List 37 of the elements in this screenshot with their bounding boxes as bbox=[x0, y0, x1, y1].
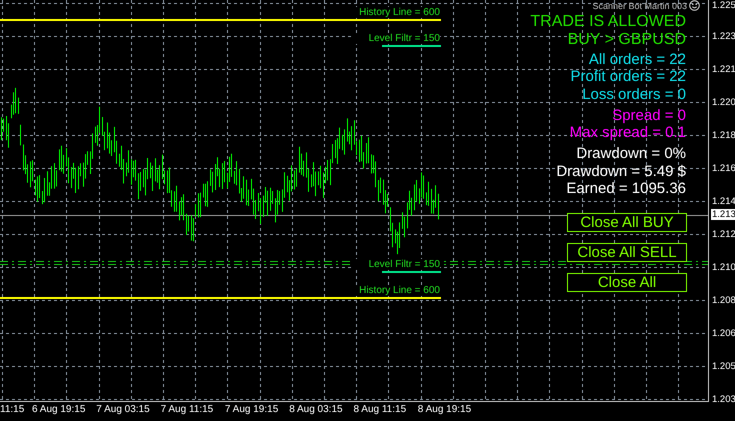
price-label: 1.203 bbox=[712, 394, 735, 404]
info-text: All orders = 22 bbox=[588, 51, 686, 68]
time-label: 8 Aug 03:15 bbox=[289, 404, 343, 415]
price-label: 1.206 bbox=[712, 328, 735, 338]
price-label: 1.208 bbox=[712, 294, 735, 306]
current-price-label: 1.213 bbox=[711, 209, 735, 220]
time-label: 8 Aug 11:15 bbox=[354, 404, 406, 415]
price-label: 1.216 bbox=[712, 162, 735, 174]
line-label: Level Filtr = 150 bbox=[352, 259, 440, 270]
close-button[interactable]: Close All bbox=[567, 273, 687, 292]
price-label: 1.218 bbox=[712, 130, 735, 140]
time-label: 11:15 bbox=[0, 404, 24, 415]
info-text: Earned = 1095.36 bbox=[566, 180, 686, 198]
smiley-icon bbox=[689, 0, 700, 11]
close-button[interactable]: Close All SELL bbox=[567, 243, 687, 262]
close-button[interactable]: Close All BUY bbox=[567, 213, 687, 232]
price-label: 1.220 bbox=[712, 96, 735, 108]
time-label: 7 Aug 11:15 bbox=[160, 404, 214, 415]
time-label: 8 Aug 19:15 bbox=[418, 404, 472, 415]
info-text: Drawdown = 5.49 $ bbox=[556, 162, 686, 180]
info-text: Drawdown = 0% bbox=[576, 145, 686, 163]
line-label: Level Filtr = 150 bbox=[352, 33, 440, 44]
info-text: Loss orders = 0 bbox=[582, 86, 686, 103]
time-label: 7 Aug 03:15 bbox=[96, 404, 150, 415]
info-text: BUY > GBPUSD bbox=[568, 31, 686, 49]
info-text: Profit orders = 22 bbox=[570, 68, 686, 86]
price-label: 1.205 bbox=[712, 360, 735, 372]
price-label: 1.225 bbox=[712, 0, 735, 11]
info-text: Max spread = 0.1 bbox=[570, 124, 686, 142]
info-text: TRADE IS ALLOWED bbox=[530, 13, 686, 31]
time-label: 6 Aug 19:15 bbox=[32, 404, 86, 415]
price-label: 1.210 bbox=[712, 262, 735, 272]
info-text: Spread = 0 bbox=[612, 106, 686, 124]
price-label: 1.221 bbox=[712, 64, 735, 74]
price-label: 1.223 bbox=[712, 30, 735, 42]
price-label: 1.212 bbox=[712, 228, 735, 240]
time-label: 7 Aug 19:15 bbox=[224, 404, 278, 415]
